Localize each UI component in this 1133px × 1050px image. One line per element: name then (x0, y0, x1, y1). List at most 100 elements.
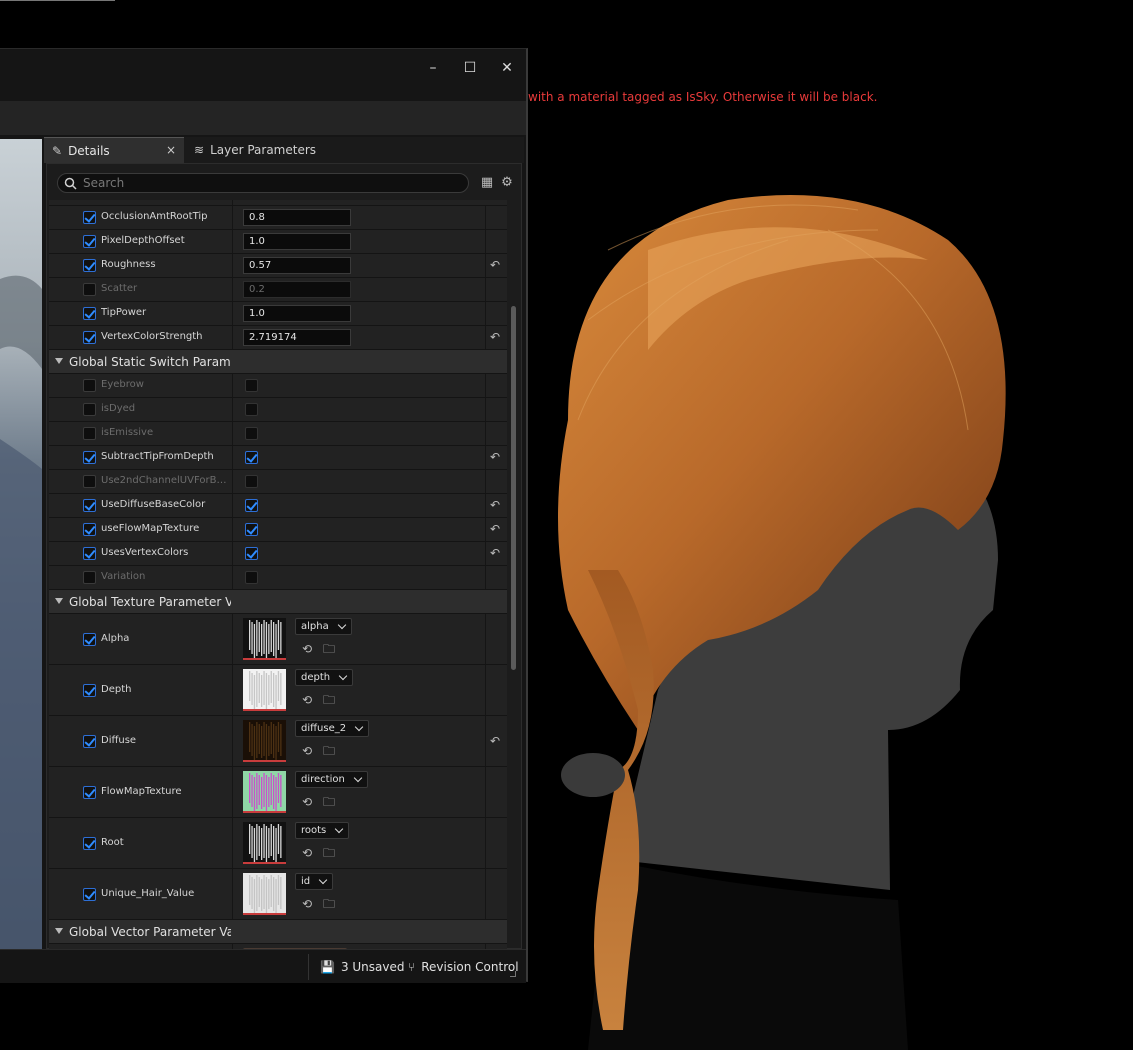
browse-to-asset-icon[interactable]: 🗀 (321, 794, 337, 810)
column-separator (232, 278, 233, 301)
tab-layer-parameters[interactable]: ≋ Layer Parameters (186, 137, 326, 163)
texture-thumbnail[interactable] (243, 771, 286, 813)
switch-param-row: useFlowMapTexture ↶ (49, 518, 507, 542)
override-checkbox[interactable] (83, 735, 96, 748)
search-input[interactable] (83, 176, 443, 190)
column-separator (232, 422, 233, 445)
switch-value-checkbox[interactable] (245, 475, 258, 488)
param-value-field[interactable]: 1.0 (243, 233, 351, 250)
texture-asset-dropdown[interactable]: direction (295, 771, 368, 788)
column-separator (232, 254, 233, 277)
param-value-field[interactable]: 0.57 (243, 257, 351, 274)
column-separator (485, 374, 486, 397)
close-tab-icon[interactable]: × (166, 143, 176, 157)
texture-asset-dropdown[interactable]: id (295, 873, 334, 890)
hair-render-viewport[interactable] (528, 170, 1048, 1050)
toolbar (0, 101, 526, 135)
texture-thumbnail[interactable] (243, 669, 286, 711)
override-checkbox[interactable] (83, 427, 96, 440)
browse-to-asset-icon[interactable]: 🗀 (321, 896, 337, 912)
param-value-field[interactable]: 0.2 (243, 281, 351, 298)
use-selected-asset-icon[interactable]: ⟲ (299, 641, 315, 657)
resize-grip[interactable] (510, 971, 516, 977)
section-title: Global Static Switch Parameter (69, 355, 231, 369)
unsaved-label: 3 Unsaved (340, 960, 405, 974)
texture-asset-dropdown[interactable]: diffuse_2 (295, 720, 370, 737)
minimize-button[interactable]: – (422, 57, 444, 79)
section-static-switch[interactable]: Global Static Switch Parameter (49, 350, 507, 374)
maximize-button[interactable]: ☐ (459, 57, 481, 79)
param-value-field[interactable]: 2.719174 (243, 329, 351, 346)
switch-value-checkbox[interactable] (245, 547, 258, 560)
switch-value-checkbox[interactable] (245, 571, 258, 584)
revision-control-button[interactable]: ⑂ Revision Control (408, 959, 519, 975)
override-checkbox[interactable] (83, 786, 96, 799)
switch-value-checkbox[interactable] (245, 499, 258, 512)
use-selected-asset-icon[interactable]: ⟲ (299, 692, 315, 708)
reset-to-default-icon[interactable]: ↶ (488, 498, 502, 512)
override-checkbox[interactable] (83, 547, 96, 560)
preview-viewport[interactable] (0, 139, 42, 949)
reset-to-default-icon[interactable]: ↶ (488, 546, 502, 560)
unsaved-button[interactable]: 💾 3 Unsaved (320, 959, 405, 975)
texture-thumbnail[interactable] (243, 822, 286, 864)
override-checkbox[interactable] (83, 259, 96, 272)
texture-thumbnail[interactable] (243, 873, 286, 915)
texture-asset-dropdown[interactable]: alpha (295, 618, 352, 635)
switch-value-checkbox[interactable] (245, 523, 258, 536)
param-value-field[interactable]: 1.0 (243, 305, 351, 322)
texture-asset-name: alpha (301, 621, 329, 632)
scrollbar-thumb[interactable] (511, 306, 516, 670)
browse-to-asset-icon[interactable]: 🗀 (321, 743, 337, 759)
override-checkbox[interactable] (83, 211, 96, 224)
section-vector[interactable]: Global Vector Parameter Values (49, 920, 507, 944)
override-checkbox[interactable] (83, 684, 96, 697)
column-separator (485, 818, 486, 868)
browse-to-asset-icon[interactable]: 🗀 (321, 641, 337, 657)
use-selected-asset-icon[interactable]: ⟲ (299, 845, 315, 861)
override-checkbox[interactable] (83, 523, 96, 536)
param-value-field[interactable]: 0.8 (243, 209, 351, 226)
use-selected-asset-icon[interactable]: ⟲ (299, 743, 315, 759)
override-checkbox[interactable] (83, 283, 96, 296)
table-view-icon[interactable]: ▦ (479, 175, 495, 191)
texture-thumbnail[interactable] (243, 618, 286, 660)
gear-icon[interactable]: ⚙ (499, 175, 515, 191)
switch-value-checkbox[interactable] (245, 451, 258, 464)
switch-value-checkbox[interactable] (245, 427, 258, 440)
scrollbar[interactable] (509, 200, 517, 948)
reset-to-default-icon[interactable]: ↶ (488, 450, 502, 464)
reset-to-default-icon[interactable]: ↶ (488, 734, 502, 748)
use-selected-asset-icon[interactable]: ⟲ (299, 896, 315, 912)
override-checkbox[interactable] (83, 633, 96, 646)
reset-to-default-icon[interactable]: ↶ (488, 330, 502, 344)
reset-to-default-icon[interactable]: ↶ (488, 258, 502, 272)
texture-thumbnail[interactable] (243, 720, 286, 762)
section-texture[interactable]: Global Texture Parameter Value (49, 590, 507, 614)
override-checkbox[interactable] (83, 307, 96, 320)
override-checkbox[interactable] (83, 379, 96, 392)
browse-to-asset-icon[interactable]: 🗀 (321, 845, 337, 861)
use-selected-asset-icon[interactable]: ⟲ (299, 794, 315, 810)
search-box[interactable] (57, 173, 469, 193)
override-checkbox[interactable] (83, 475, 96, 488)
column-separator (232, 518, 233, 541)
override-checkbox[interactable] (83, 888, 96, 901)
override-checkbox[interactable] (83, 403, 96, 416)
override-checkbox[interactable] (83, 499, 96, 512)
browse-to-asset-icon[interactable]: 🗀 (321, 692, 337, 708)
override-checkbox[interactable] (83, 451, 96, 464)
texture-asset-name: direction (301, 774, 345, 785)
switch-value-checkbox[interactable] (245, 403, 258, 416)
override-checkbox[interactable] (83, 235, 96, 248)
tab-details[interactable]: ✎ Details × (44, 137, 184, 163)
texture-asset-dropdown[interactable]: roots (295, 822, 350, 839)
switch-value-checkbox[interactable] (245, 379, 258, 392)
reset-to-default-icon[interactable]: ↶ (488, 522, 502, 536)
override-checkbox[interactable] (83, 571, 96, 584)
close-button[interactable]: ✕ (496, 57, 518, 79)
texture-asset-dropdown[interactable]: depth (295, 669, 354, 686)
override-checkbox[interactable] (83, 331, 96, 344)
title-bar: – ☐ ✕ (0, 49, 526, 101)
override-checkbox[interactable] (83, 837, 96, 850)
